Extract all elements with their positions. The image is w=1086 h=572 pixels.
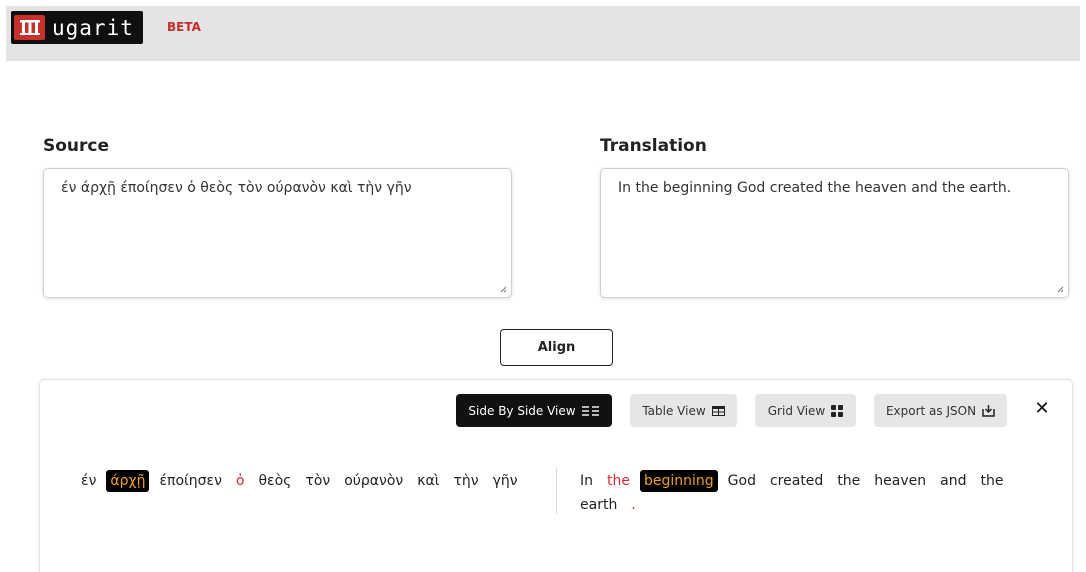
export-json-label: Export as JSON (885, 403, 977, 418)
source-word-token[interactable]: καὶ (413, 470, 443, 492)
ugarit-logo[interactable]: ugarit (11, 11, 143, 44)
aligned-translation-words: In the beginning God created the heaven and the e… (576, 470, 1016, 516)
translation-word-token[interactable]: the (833, 470, 864, 492)
translation-word-token[interactable]: earth (576, 494, 621, 516)
translation-label: Translation (600, 136, 707, 156)
logo-text: ugarit (52, 15, 134, 40)
source-word-token[interactable]: τὸν (301, 470, 334, 492)
source-word-token[interactable]: έποίησεν (155, 470, 225, 492)
close-icon[interactable]: ✕ (1030, 394, 1054, 422)
grid-icon (831, 404, 844, 417)
translation-word-token[interactable]: beginning (640, 470, 718, 492)
resize-grip-icon[interactable] (1057, 286, 1064, 293)
source-text: έν άρχῇ έποίησεν ὀ θεὸς τὸν ούρανὸν καὶ … (61, 180, 412, 196)
grid-view-button[interactable]: Grid View (755, 394, 856, 427)
translation-text: In the beginning God created the heaven … (618, 180, 1012, 196)
columns-icon (581, 405, 599, 416)
source-textarea[interactable]: έν άρχῇ έποίησεν ὀ θεὸς τὸν ούρανὸν καὶ … (43, 168, 512, 298)
aligned-source-words: έν άρχῇ έποίησεν ὀ θεὸς τὸν ούρανὸν καὶ τὴν γῆν (77, 470, 537, 492)
translation-word-token[interactable]: created (766, 470, 827, 492)
table-icon (711, 405, 725, 416)
source-word-token[interactable]: έν (77, 470, 100, 492)
top-bar: ugarit BETA (6, 6, 1080, 61)
source-word-token[interactable]: τὴν (449, 470, 482, 492)
view-divider (556, 468, 557, 514)
translation-word-token[interactable]: the (603, 470, 634, 492)
download-icon (982, 405, 995, 417)
translation-word-token[interactable]: . (627, 494, 639, 516)
source-label: Source (43, 136, 110, 156)
source-word-token[interactable]: θεὸς (254, 470, 295, 492)
beta-badge: BETA (167, 20, 201, 34)
translation-word-token[interactable]: God (724, 470, 760, 492)
alignment-panel: Side By Side View Table View Grid View E… (39, 379, 1073, 572)
align-button[interactable]: Align (500, 329, 613, 366)
logo-mark-icon (14, 15, 45, 40)
translation-word-token[interactable]: the (976, 470, 1007, 492)
resize-grip-icon[interactable] (500, 286, 507, 293)
grid-view-label: Grid View (767, 403, 826, 418)
source-word-token[interactable]: γῆν (489, 470, 522, 492)
source-word-token[interactable]: ὀ (232, 470, 249, 492)
translation-word-token[interactable]: and (936, 470, 970, 492)
translation-textarea[interactable]: In the beginning God created the heaven … (600, 168, 1069, 298)
translation-word-token[interactable]: In (576, 470, 597, 492)
side-by-side-view-button[interactable]: Side By Side View (456, 394, 612, 427)
source-word-token[interactable]: άρχῇ (106, 470, 150, 492)
export-json-button[interactable]: Export as JSON (874, 394, 1007, 427)
table-view-button[interactable]: Table View (630, 394, 737, 427)
translation-word-token[interactable]: heaven (870, 470, 930, 492)
table-view-label: Table View (642, 403, 706, 418)
source-word-token[interactable]: ούρανὸν (340, 470, 407, 492)
side-by-side-view-label: Side By Side View (468, 403, 576, 418)
